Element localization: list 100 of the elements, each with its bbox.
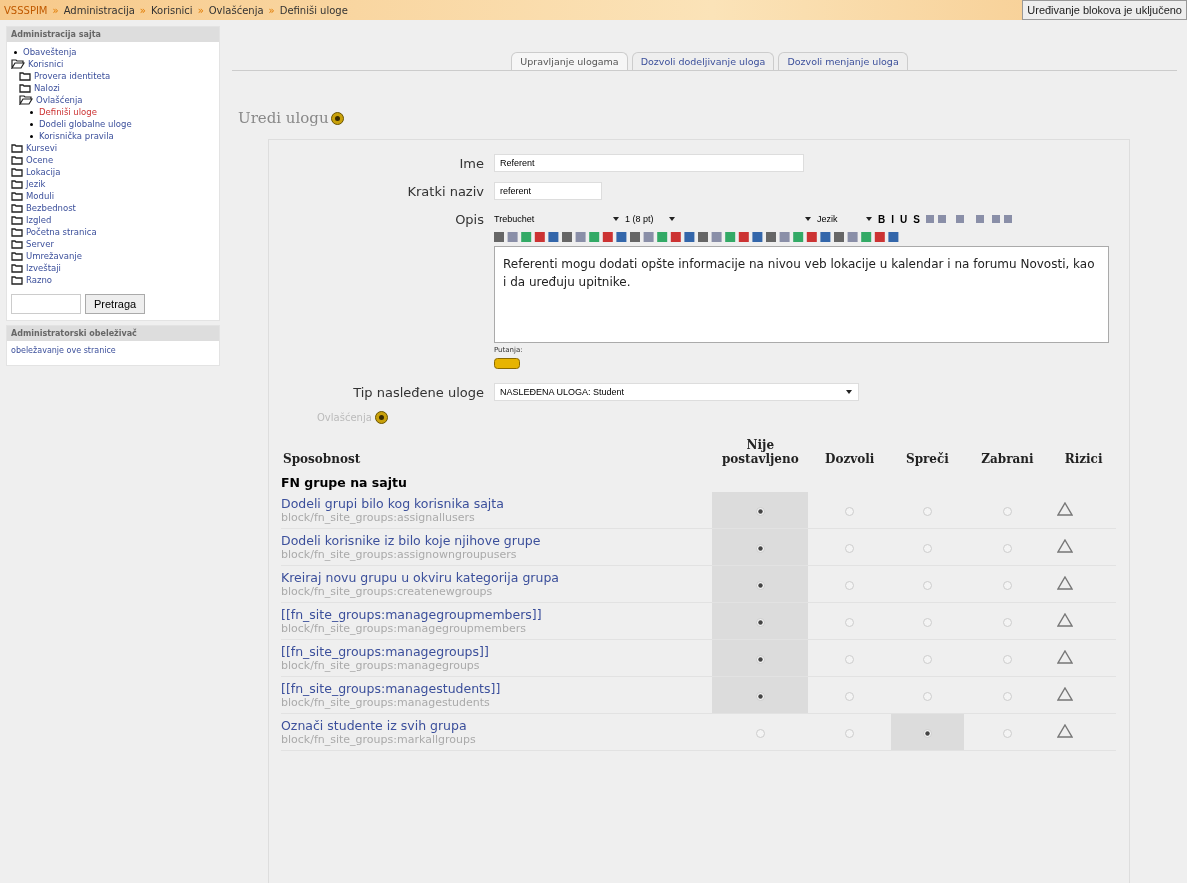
radio-button[interactable] <box>845 691 855 701</box>
block-title: Administratorski obeleživač <box>7 326 219 341</box>
sidebar-item[interactable]: Bezbednost <box>26 203 76 213</box>
sidebar-item[interactable]: Izgled <box>26 215 52 225</box>
warning-icon <box>1057 723 1074 738</box>
sidebar-item[interactable]: Kursevi <box>26 143 58 153</box>
format-button[interactable]: S <box>913 213 920 225</box>
format-button[interactable]: B <box>878 213 886 225</box>
warning-icon <box>1057 501 1074 516</box>
capability-code: block/fn_site_groups:assignallusers <box>281 511 476 524</box>
size-select[interactable]: 1 (8 pt) <box>625 214 675 224</box>
sidebar-item[interactable]: Korisnici <box>28 59 64 69</box>
capability-link[interactable]: Kreiraj novu grupu u okviru kategorija grupa <box>281 570 713 585</box>
column-header: Dozvoli <box>825 452 875 466</box>
breadcrumb-link[interactable]: Administracija <box>63 4 135 16</box>
inherited-role-select[interactable]: NASLEĐENA ULOGA: Student <box>494 383 859 401</box>
radio-button[interactable] <box>1002 506 1012 516</box>
sidebar-item[interactable]: Ovlašćenja <box>36 95 83 105</box>
warning-icon <box>1057 686 1074 701</box>
sidebar-item[interactable]: Moduli <box>26 191 55 201</box>
radio-button[interactable] <box>845 543 855 553</box>
radio-button[interactable] <box>922 691 932 701</box>
edit-blocks-button[interactable]: Uređivanje blokova je uključeno <box>1022 0 1187 20</box>
radio-button[interactable] <box>922 506 932 516</box>
radio-button[interactable] <box>922 728 932 738</box>
bullet-icon <box>30 134 33 138</box>
breadcrumb-link[interactable]: Ovlašćenja <box>208 4 264 16</box>
short-name-field[interactable]: referent <box>494 182 602 200</box>
breadcrumb-link[interactable]: Korisnici <box>150 4 193 16</box>
radio-button[interactable] <box>922 543 932 553</box>
capability-link[interactable]: Dodeli grupi bilo kog korisnika sajta <box>281 496 713 511</box>
sidebar-item[interactable]: Izveštaji <box>26 263 61 273</box>
radio-button[interactable] <box>755 617 765 627</box>
radio-button[interactable] <box>922 580 932 590</box>
radio-button[interactable] <box>845 617 855 627</box>
block-title: Administracija sajta <box>7 27 219 42</box>
radio-button[interactable] <box>1002 543 1012 553</box>
radio-button[interactable] <box>845 506 855 516</box>
column-header: Spreči <box>905 452 949 466</box>
sidebar-item[interactable]: Korisnička pravila <box>39 131 114 141</box>
capability-link[interactable]: [[fn_site_groups:managestudents]] <box>281 681 713 696</box>
capability-link[interactable]: [[fn_site_groups:managegroupmembers]] <box>281 607 713 622</box>
radio-button[interactable] <box>922 654 932 664</box>
radio-button[interactable] <box>755 580 765 590</box>
name-field[interactable]: Referent <box>494 154 804 172</box>
radio-button[interactable] <box>1002 691 1012 701</box>
caret-icon <box>613 217 619 221</box>
radio-button[interactable] <box>755 506 765 516</box>
sidebar-item[interactable]: Umrežavanje <box>26 251 82 261</box>
radio-button[interactable] <box>1002 580 1012 590</box>
sidebar-item[interactable]: Provera identiteta <box>34 71 111 81</box>
radio-button[interactable] <box>755 728 765 738</box>
sidebar-item[interactable]: Razno <box>26 275 52 285</box>
help-badge-icon[interactable] <box>494 358 520 369</box>
breadcrumb-separator: » <box>139 4 146 16</box>
caret-icon <box>805 217 811 221</box>
capability-code: block/fn_site_groups:markallgroups <box>281 733 477 746</box>
capability-link[interactable]: Označi studente iz svih grupa <box>281 718 713 733</box>
sidebar-item[interactable]: Jezik <box>26 179 46 189</box>
tab[interactable]: Dozvoli menjanje uloga <box>778 52 908 70</box>
language-select[interactable]: Jezik <box>817 214 872 224</box>
field-label: Opis <box>454 211 484 227</box>
bookmark-link[interactable]: obeležavanje ove stranice <box>11 346 116 355</box>
radio-button[interactable] <box>755 654 765 664</box>
format-button[interactable]: U <box>900 213 908 225</box>
capability-link[interactable]: [[fn_site_groups:managegroups]] <box>281 644 713 659</box>
radio-button[interactable] <box>922 617 932 627</box>
radio-button[interactable] <box>1002 654 1012 664</box>
field-label: Ime <box>458 155 484 171</box>
search-field[interactable] <box>11 294 81 314</box>
tab[interactable]: Dozvoli dodeljivanje uloga <box>631 52 775 70</box>
sidebar-item[interactable]: Ocene <box>26 155 54 165</box>
warning-icon <box>1057 612 1074 627</box>
column-header: Rizici <box>1064 452 1103 466</box>
capability-link[interactable]: Dodeli korisnike iz bilo koje njihove grupe <box>281 533 713 548</box>
radio-button[interactable] <box>845 728 855 738</box>
description-editor[interactable]: Referenti mogu dodati opšte informacije na nivou veb lokacije u kalendar i na forumu Novosti, kao i da uređuju upitnike. <box>494 246 1109 343</box>
sidebar-item[interactable]: Definiši uloge <box>39 107 97 117</box>
capability-code: block/fn_site_groups:managegroups <box>281 659 481 672</box>
sidebar-item[interactable]: Lokacija <box>26 167 61 177</box>
sidebar-item[interactable]: Server <box>26 239 54 249</box>
radio-button[interactable] <box>755 543 765 553</box>
radio-button[interactable] <box>845 580 855 590</box>
group-title: FN grupe na sajtu <box>281 474 407 490</box>
tab[interactable]: Upravljanje ulogama <box>511 52 628 70</box>
radio-button[interactable] <box>755 691 765 701</box>
format-button[interactable]: I <box>891 213 894 225</box>
breadcrumb-separator: » <box>52 4 59 16</box>
radio-button[interactable] <box>1002 728 1012 738</box>
radio-button[interactable] <box>845 654 855 664</box>
bullet-icon <box>30 122 33 126</box>
sidebar-item[interactable]: Nalozi <box>34 83 60 93</box>
font-select[interactable]: Trebuchet <box>494 214 619 224</box>
help-icon[interactable] <box>374 411 388 424</box>
radio-button[interactable] <box>1002 617 1012 627</box>
search-button[interactable]: Pretraga <box>85 294 146 314</box>
sidebar-item[interactable]: Dodeli globalne uloge <box>39 119 132 129</box>
sidebar-item[interactable]: Obaveštenja <box>23 47 77 57</box>
sidebar-item[interactable]: Početna stranica <box>26 227 97 237</box>
help-icon[interactable] <box>330 111 344 125</box>
